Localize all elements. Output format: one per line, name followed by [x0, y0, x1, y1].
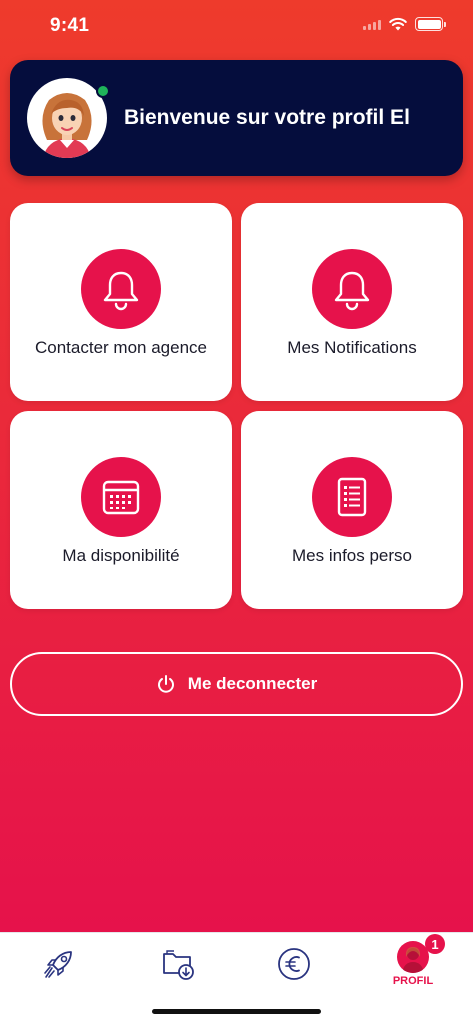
tile-label: Mes Notifications	[287, 338, 417, 357]
tile-icon-circle	[81, 457, 161, 537]
tile-availability[interactable]: Ma disponibilité	[10, 411, 232, 609]
tab-label: PROFIL	[392, 975, 434, 987]
folder-download-icon	[163, 950, 194, 980]
tile-label: Contacter mon agence	[35, 338, 207, 357]
welcome-card: Bienvenue sur votre profil El	[10, 60, 463, 176]
profile-screen: 9:41 Bienvenue sur votre profil El Conta…	[0, 0, 473, 932]
bell-icon	[334, 271, 370, 311]
tile-label: Ma disponibilité	[62, 546, 180, 565]
battery-icon	[415, 17, 446, 31]
tab-payments[interactable]	[264, 935, 324, 993]
tile-icon-circle	[312, 457, 392, 537]
home-indicator	[152, 1009, 321, 1014]
online-status-dot	[96, 84, 110, 98]
woman-avatar-icon	[42, 93, 92, 158]
document-icon	[337, 477, 367, 517]
status-time: 9:41	[50, 15, 90, 36]
wifi-icon	[389, 17, 407, 31]
calendar-icon	[102, 480, 140, 515]
tile-icon-circle	[312, 249, 392, 329]
bell-icon	[103, 271, 139, 311]
tab-missions[interactable]	[29, 935, 89, 993]
welcome-title: Bienvenue sur votre profil El	[124, 106, 410, 129]
rocket-icon	[44, 951, 72, 978]
tab-documents[interactable]	[148, 935, 208, 993]
tile-notifications[interactable]: Mes Notifications	[241, 203, 463, 401]
tile-icon-circle	[81, 249, 161, 329]
logout-button[interactable]: Me deconnecter	[10, 652, 463, 716]
euro-icon	[278, 948, 310, 980]
status-bar: 9:41	[0, 0, 473, 54]
tile-label: Mes infos perso	[292, 546, 412, 565]
logout-label: Me deconnecter	[187, 674, 318, 693]
cellular-signal-icon	[363, 18, 381, 30]
tile-personal-info[interactable]: Mes infos perso	[241, 411, 463, 609]
status-icons	[363, 17, 446, 31]
power-icon	[157, 675, 174, 693]
tile-contact-agency[interactable]: Contacter mon agence	[10, 203, 232, 401]
notification-badge: 1	[425, 934, 445, 954]
avatar[interactable]	[27, 78, 107, 158]
